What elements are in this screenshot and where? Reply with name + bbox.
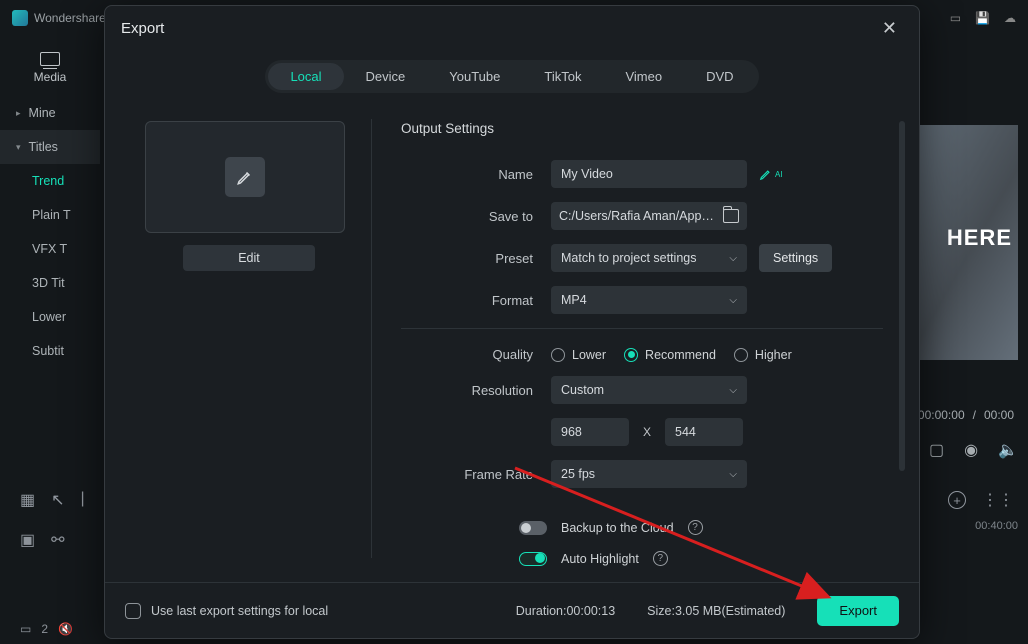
- sidebar-item-plain[interactable]: Plain T: [0, 198, 100, 232]
- bl-clip-icon[interactable]: ▭: [20, 622, 31, 636]
- tl-list-icon[interactable]: ⋮⋮: [982, 490, 1014, 510]
- tab-vimeo[interactable]: Vimeo: [603, 63, 684, 90]
- settings-scrollbar[interactable]: [899, 121, 905, 471]
- export-tabs: Local Device YouTube TikTok Vimeo DVD: [265, 60, 758, 93]
- backup-cloud-toggle[interactable]: [519, 521, 547, 535]
- label-quality: Quality: [401, 347, 551, 362]
- use-last-settings-label: Use last export settings for local: [151, 604, 328, 618]
- tab-youtube[interactable]: YouTube: [427, 63, 522, 90]
- format-select[interactable]: MP4⌵: [551, 286, 747, 314]
- close-button[interactable]: ✕: [876, 14, 903, 43]
- ruler-mark: 00:40:00: [975, 520, 1018, 532]
- topbar-cloud-icon[interactable]: ☁: [1004, 11, 1016, 25]
- backup-cloud-label: Backup to the Cloud: [561, 521, 674, 535]
- export-button[interactable]: Export: [817, 596, 899, 626]
- preview-camera-icon[interactable]: ◉: [964, 440, 978, 460]
- export-modal: Export ✕ Local Device YouTube TikTok Vim…: [104, 5, 920, 639]
- sidebar-item-3d[interactable]: 3D Tit: [0, 266, 100, 300]
- bl-mute-icon[interactable]: 🔇: [58, 622, 73, 636]
- topbar-monitor-icon[interactable]: ▭: [950, 11, 961, 25]
- tab-dvd[interactable]: DVD: [684, 63, 755, 90]
- media-label: Media: [34, 70, 67, 84]
- quality-recommend[interactable]: Recommend: [624, 348, 716, 362]
- modal-title: Export: [121, 20, 164, 37]
- label-resolution: Resolution: [401, 383, 551, 398]
- pencil-icon: [225, 157, 265, 197]
- tl-layer-icon[interactable]: ▣: [20, 530, 35, 550]
- save-path-field[interactable]: C:/Users/Rafia Aman/AppData: [551, 202, 747, 230]
- resolution-height-input[interactable]: [665, 418, 743, 446]
- export-thumbnail: [145, 121, 345, 233]
- preview-overlay-text: HERE: [947, 225, 1012, 251]
- preview-display-icon[interactable]: ▢: [929, 440, 944, 460]
- tab-device[interactable]: Device: [344, 63, 428, 90]
- nav-media-tab[interactable]: Media: [0, 40, 100, 96]
- sidebar-item-lower[interactable]: Lower: [0, 300, 100, 334]
- preview-pane: HERE: [908, 125, 1018, 360]
- label-format: Format: [401, 293, 551, 308]
- sidebar-item-trending[interactable]: Trend: [0, 164, 100, 198]
- tl-cursor-icon[interactable]: ↖: [51, 490, 64, 510]
- preset-select[interactable]: Match to project settings⌵: [551, 244, 747, 272]
- label-saveto: Save to: [401, 209, 551, 224]
- tab-tiktok[interactable]: TikTok: [522, 63, 603, 90]
- name-input[interactable]: [551, 160, 747, 188]
- auto-highlight-info-icon[interactable]: ?: [653, 551, 668, 566]
- auto-highlight-toggle[interactable]: [519, 552, 547, 566]
- tl-sep: |: [81, 490, 85, 510]
- preview-audio-icon[interactable]: 🔈: [998, 440, 1018, 460]
- output-settings-heading: Output Settings: [401, 121, 883, 136]
- time-total: 00:00: [984, 408, 1014, 422]
- resolution-separator: X: [643, 425, 651, 439]
- use-last-settings-checkbox[interactable]: [125, 603, 141, 619]
- backup-cloud-info-icon[interactable]: ?: [688, 520, 703, 535]
- label-framerate: Frame Rate: [401, 467, 551, 482]
- folder-icon: [723, 209, 739, 223]
- label-preset: Preset: [401, 251, 551, 266]
- quality-higher[interactable]: Higher: [734, 348, 792, 362]
- topbar-save-icon[interactable]: 💾: [975, 11, 990, 25]
- media-icon: [40, 52, 60, 66]
- bl-count: 2: [41, 622, 48, 636]
- tl-add-icon[interactable]: +: [948, 491, 966, 509]
- app-brand: Wondershare: [34, 11, 106, 25]
- sidebar-item-mine[interactable]: ▸Mine: [0, 96, 100, 130]
- sidebar-item-titles[interactable]: ▾Titles: [0, 130, 100, 164]
- auto-highlight-label: Auto Highlight: [561, 552, 639, 566]
- resolution-select[interactable]: Custom⌵: [551, 376, 747, 404]
- footer-size: Size:3.05 MB(Estimated): [647, 604, 785, 618]
- time-current: 00:00:00: [918, 408, 965, 422]
- framerate-select[interactable]: 25 fps⌵: [551, 460, 747, 488]
- sidebar-item-vfx[interactable]: VFX T: [0, 232, 100, 266]
- footer-duration: Duration:00:00:13: [516, 604, 615, 618]
- tl-grid-icon[interactable]: ▦: [20, 490, 35, 510]
- edit-thumbnail-button[interactable]: Edit: [183, 245, 315, 271]
- label-name: Name: [401, 167, 551, 182]
- tl-link-icon[interactable]: ⚯: [51, 530, 64, 550]
- sidebar-item-subtitle[interactable]: Subtit: [0, 334, 100, 368]
- app-logo-icon: [12, 10, 28, 26]
- resolution-width-input[interactable]: [551, 418, 629, 446]
- quality-lower[interactable]: Lower: [551, 348, 606, 362]
- ai-rename-icon[interactable]: AI: [759, 167, 783, 181]
- preset-settings-button[interactable]: Settings: [759, 244, 832, 272]
- tab-local[interactable]: Local: [268, 63, 343, 90]
